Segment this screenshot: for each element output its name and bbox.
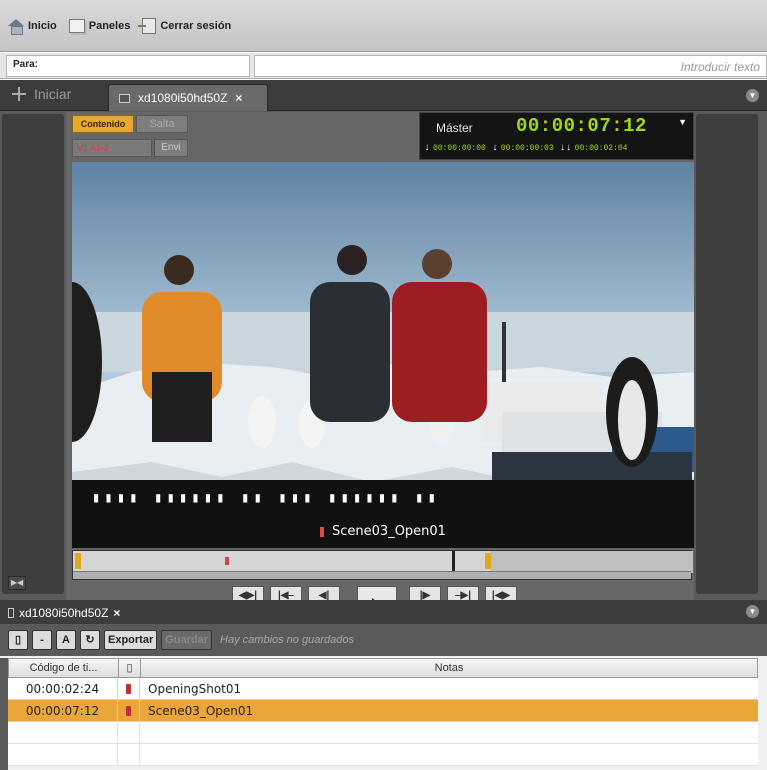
row-timecode: 00:00:07:12	[8, 700, 118, 721]
row-notes: OpeningShot01	[148, 682, 242, 696]
markers-table-header: Código de ti... ▯ Notas	[8, 658, 758, 678]
markers-menu-icon[interactable]: ▼	[746, 605, 759, 618]
home-icon	[8, 18, 24, 35]
tab-start[interactable]: Iniciar	[12, 86, 71, 102]
editor-tabbar: Iniciar xd1080i50hd50Z × ▼	[0, 80, 767, 111]
timeline-marker[interactable]	[225, 557, 229, 565]
unsaved-status: Hay cambios no guardados	[220, 634, 354, 646]
video-caption-text: Scene03_Open01	[332, 524, 446, 539]
viewer-area: Contenido Salta V1 A1-2 Envi Máster 00:0…	[66, 112, 694, 630]
home-label: Inicio	[28, 19, 57, 32]
timecode-value: 00:00:07:12	[516, 115, 647, 137]
home-button[interactable]: Inicio	[8, 18, 57, 35]
film-icon	[119, 93, 130, 103]
video-frame[interactable]: ▮▮▮▮ ▮▮▮▮▮▮ ▮▮ ▮▮▮ ▮▮▮▮▮▮ ▮▮ Scene03_Ope…	[72, 162, 694, 548]
right-strip	[696, 114, 758, 594]
tab-close-icon[interactable]: ×	[235, 91, 242, 105]
mark-out-timecode: ↓ 00:00:00:03	[492, 143, 554, 154]
logout-button[interactable]: Cerrar sesión	[138, 17, 232, 34]
column-color[interactable]: ▯	[119, 659, 141, 677]
refresh-button[interactable]: ↻	[80, 630, 100, 650]
empty-row	[8, 744, 758, 766]
mark-in-handle[interactable]	[75, 553, 81, 569]
marker-button[interactable]: ▯	[8, 630, 28, 650]
timecode-label: Máster	[436, 121, 473, 135]
row-timecode: 00:00:02:24	[8, 678, 118, 699]
panel-menu-icon[interactable]: ▼	[746, 89, 759, 102]
timeline-scrubber[interactable]	[72, 550, 693, 580]
mark-in-timecode: ↓ 00:00:00:00	[424, 143, 486, 154]
save-button[interactable]: Guardar	[161, 630, 213, 650]
panels-label: Paneles	[88, 19, 131, 32]
table-row[interactable]: 00:00:02:24 OpeningShot01	[8, 678, 758, 700]
logout-label: Cerrar sesión	[160, 19, 232, 32]
skip-button[interactable]: Salta	[136, 115, 188, 133]
markers-table: Código de ti... ▯ Notas 00:00:02:24 Open…	[8, 658, 758, 766]
tab-start-label: Iniciar	[34, 86, 72, 102]
column-notes[interactable]: Notas	[141, 659, 757, 677]
video-caption: Scene03_Open01	[72, 524, 694, 539]
tab-clip-label: xd1080i50hd50Z	[138, 91, 228, 105]
marker-color-icon	[126, 684, 131, 694]
para-field[interactable]: Para:	[6, 54, 250, 77]
search-bar: Para: Introducir texto	[0, 53, 767, 79]
mark-in-icon: ↓	[424, 143, 431, 154]
timeline-out-region	[491, 551, 693, 573]
crosshair-icon	[12, 87, 26, 101]
panels-icon	[68, 18, 85, 33]
track-selector[interactable]: V1 A1-2	[72, 139, 152, 157]
duration-icon: ↓↓	[559, 143, 572, 154]
left-strip	[2, 114, 64, 594]
warning-filter-button[interactable]: A	[56, 630, 76, 650]
mark-out-value: 00:00:00:03	[500, 144, 554, 153]
table-row-selected[interactable]: 00:00:07:12 Scene03_Open01	[8, 700, 758, 722]
panels-button[interactable]: Paneles	[68, 18, 131, 33]
row-color-cell	[118, 700, 140, 721]
row-notes: Scene03_Open01	[148, 704, 254, 718]
markers-left-strip	[0, 658, 8, 770]
duration-timecode: ↓↓ 00:00:02:04	[560, 143, 628, 154]
marker-icon	[320, 526, 325, 537]
timecode-menu-icon[interactable]: ▼	[678, 117, 687, 127]
markers-tab-label: xd1080i50hd50Z	[19, 606, 109, 620]
send-button[interactable]: Envi	[154, 139, 188, 157]
tab-markers[interactable]: xd1080i50hd50Z ×	[8, 603, 120, 623]
row-color-cell	[118, 678, 140, 699]
markers-tabbar: xd1080i50hd50Z × ▼	[0, 600, 767, 624]
editor-panel: Iniciar xd1080i50hd50Z × ▼ ▶◀ Contenido …	[0, 80, 767, 630]
video-image: ▮▮▮▮ ▮▮▮▮▮▮ ▮▮ ▮▮▮ ▮▮▮▮▮▮ ▮▮	[72, 162, 694, 548]
timecode-display: Máster 00:00:07:12 ▼ ↓ 00:00:00:00 ↓ 00:00…	[419, 112, 694, 160]
timeline-ruler	[73, 571, 691, 579]
mark-out-handle[interactable]	[485, 553, 491, 569]
duration-value: 00:00:02:04	[574, 144, 628, 153]
mark-in-value: 00:00:00:00	[433, 144, 486, 153]
remove-marker-button[interactable]: -	[32, 630, 52, 650]
svg-text:▮▮▮▮ ▮▮▮▮▮▮ ▮▮ ▮▮▮ ▮▮▮▮▮▮ ▮▮: ▮▮▮▮ ▮▮▮▮▮▮ ▮▮ ▮▮▮ ▮▮▮▮▮▮ ▮▮	[92, 490, 440, 506]
empty-row	[8, 722, 758, 744]
markers-panel: xd1080i50hd50Z × ▼ ▯ - A ↻ Exportar Guar…	[0, 600, 767, 770]
markers-tab-close-icon[interactable]: ×	[113, 606, 120, 620]
search-input[interactable]: Introducir texto	[254, 54, 767, 77]
markers-toolbar: ▯ - A ↻ Exportar Guardar Hay cambios no …	[0, 624, 767, 656]
marker-color-icon	[126, 706, 131, 716]
tab-clip[interactable]: xd1080i50hd50Z ×	[108, 84, 268, 111]
export-button[interactable]: Exportar	[104, 630, 158, 650]
column-timecode[interactable]: Código de ti...	[9, 659, 119, 677]
logout-icon	[138, 17, 157, 34]
top-toolbar: Inicio Paneles Cerrar sesión	[0, 0, 767, 52]
fit-button[interactable]: ▶◀	[8, 576, 26, 590]
content-button[interactable]: Contenido	[72, 115, 134, 133]
marker-tab-icon	[8, 608, 14, 618]
mark-out-icon: ↓	[491, 143, 498, 154]
